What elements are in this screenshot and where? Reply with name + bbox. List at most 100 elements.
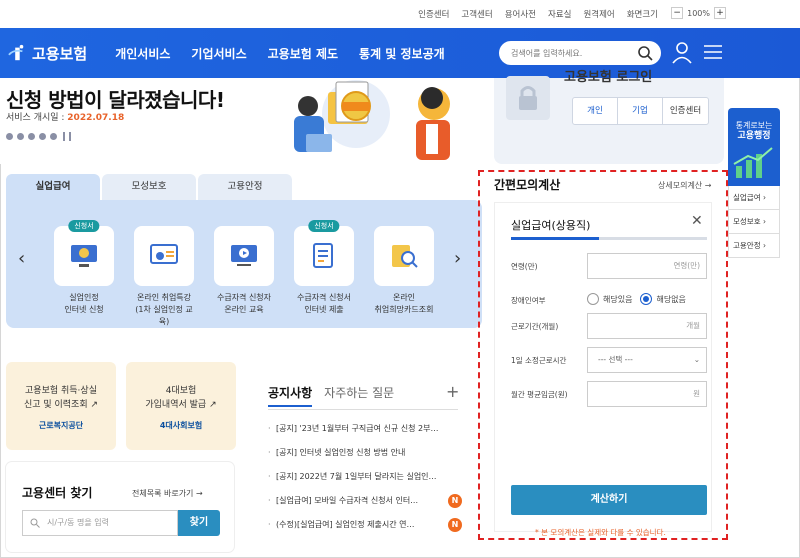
- side-link-unemployment[interactable]: 실업급여 ›: [728, 186, 780, 210]
- nav-personal[interactable]: 개인서비스: [115, 45, 170, 62]
- apply-badge: 신청서: [308, 220, 340, 232]
- service-panel: ‹ › 신청서 실업인정 인터넷 신청 온라인 취업특강 (1차 실업인정 교육): [6, 200, 482, 328]
- hero-illustration: [294, 80, 450, 160]
- service-item[interactable]: 신청서 수급자격 신청서 인터넷 제출: [294, 220, 354, 316]
- apply-badge: 신청서: [68, 220, 100, 232]
- quick-calculator: 간편모의계산 상세모의계산 → 실업급여(상용직) ✕ 연령(만) 연령(만) …: [478, 170, 728, 540]
- video-icon: [231, 245, 257, 266]
- side-link-maternity[interactable]: 모성보호 ›: [728, 210, 780, 234]
- side-stats-banner[interactable]: 통계로보는 고용행정: [728, 108, 780, 186]
- notice-item[interactable]: [공지] 인터넷 실업인정 신청 방법 안내: [268, 446, 462, 470]
- util-link-remote[interactable]: 원격제어: [583, 8, 614, 20]
- nav-system[interactable]: 고용보험 제도: [268, 45, 338, 62]
- service-label: 온라인 취업특강 (1차 실업인정 교육): [135, 293, 193, 326]
- service-label: 실업인정 인터넷 신청: [64, 293, 104, 314]
- logo-mark-icon: [8, 44, 24, 61]
- main-nav: 개인서비스 기업서비스 고용보험 제도 통계 및 정보공개: [115, 45, 465, 62]
- notice-item[interactable]: (수정)[실업급여] 실업인정 제출시간 연…N: [268, 518, 462, 542]
- notice-tabs: 공지사항 자주하는 질문: [268, 384, 394, 407]
- util-link-archive[interactable]: 자료실: [548, 8, 571, 20]
- zoom-in-button[interactable]: +: [714, 7, 726, 19]
- calc-detail-link[interactable]: 상세모의계산 →: [658, 180, 711, 191]
- site-logo[interactable]: 고용보험: [8, 43, 87, 64]
- period-input[interactable]: 개월: [587, 313, 707, 339]
- zoom-out-button[interactable]: −: [671, 7, 684, 19]
- lock-icon: [506, 76, 550, 120]
- new-badge: N: [448, 518, 462, 532]
- radio-yes[interactable]: [587, 293, 599, 305]
- hero-banner[interactable]: 신청 방법이 달라졌습니다! 서비스 개시일 : 2022.07.18: [0, 78, 482, 164]
- pager-dot[interactable]: [28, 133, 35, 140]
- age-row: 연령(만) 연령(만): [511, 253, 707, 279]
- lock-glyph: [519, 86, 537, 110]
- hero-pager: [6, 132, 71, 141]
- side-link-stability[interactable]: 고용안정 ›: [728, 234, 780, 258]
- age-input[interactable]: 연령(만): [587, 253, 707, 279]
- login-card: 고용보험 로그인 개인 기업 인증센터: [494, 70, 724, 164]
- search-input[interactable]: [511, 48, 631, 58]
- main-header: 고용보험 개인서비스 기업서비스 고용보험 제도 통계 및 정보공개: [0, 28, 800, 78]
- close-icon[interactable]: ✕: [691, 213, 703, 229]
- radio-no[interactable]: [640, 293, 653, 305]
- new-badge: N: [448, 494, 462, 508]
- service-item[interactable]: 온라인 취업희망카드조회: [374, 226, 434, 316]
- quick-card-label: 4대보험 가입내역서 발급 ↗: [145, 386, 217, 410]
- service-icon-box: 신청서: [294, 220, 354, 286]
- tab-notice[interactable]: 공지사항: [268, 384, 313, 407]
- center-all-link[interactable]: 전체목록 바로가기 →: [132, 488, 203, 499]
- hero-title: 신청 방법이 달라졌습니다!: [6, 88, 225, 112]
- quick-card-4insurance[interactable]: 4대보험 가입내역서 발급 ↗ 4대사회보험: [126, 362, 236, 450]
- calc-subtitle: 실업급여(상용직): [511, 219, 591, 232]
- calculate-button[interactable]: 계산하기: [511, 485, 707, 515]
- util-link-cert[interactable]: 인증센터: [418, 8, 449, 20]
- notice-item[interactable]: [공지] '23년 1월부터 구직급여 신규 신청 2부…: [268, 422, 462, 446]
- prev-arrow-icon[interactable]: ‹: [18, 248, 25, 269]
- menu-icon[interactable]: [704, 44, 722, 60]
- pause-icon[interactable]: [63, 132, 71, 141]
- hours-select[interactable]: --- 선택 --- ⌄: [587, 347, 707, 373]
- login-title: 고용보험 로그인: [564, 70, 653, 85]
- service-item[interactable]: 신청서 실업인정 인터넷 신청: [54, 220, 114, 316]
- logo-text: 고용보험: [32, 44, 88, 63]
- login-personal-button[interactable]: 개인: [573, 98, 618, 124]
- center-search-button[interactable]: 찾기: [178, 510, 220, 536]
- pager-dot[interactable]: [39, 133, 46, 140]
- tab-faq[interactable]: 자주하는 질문: [324, 384, 394, 407]
- login-business-button[interactable]: 기업: [618, 98, 663, 124]
- period-label: 근로기간(개월): [511, 322, 559, 331]
- pager-dot[interactable]: [17, 133, 24, 140]
- tab-unemployment[interactable]: 실업급여: [6, 174, 100, 200]
- center-title: 고용센터 찾기: [22, 486, 93, 500]
- service-icon-box: [214, 226, 274, 286]
- next-arrow-icon[interactable]: ›: [454, 248, 461, 269]
- pager-dot[interactable]: [6, 133, 13, 140]
- quick-card-insurance-report[interactable]: 고용보험 취득·상실 신고 및 이력조회 ↗ 근로복지공단: [6, 362, 116, 450]
- nav-business[interactable]: 기업서비스: [191, 45, 246, 62]
- service-icon-box: [374, 226, 434, 286]
- wage-input[interactable]: 원: [587, 381, 707, 407]
- period-row: 근로기간(개월) 개월: [511, 313, 707, 339]
- hero-date-value: 2022.07.18: [67, 113, 125, 123]
- pager-dot[interactable]: [50, 133, 57, 140]
- notice-item[interactable]: [공지] 2022년 7월 1일부터 달라지는 실업인…: [268, 470, 462, 494]
- util-link-glossary[interactable]: 용어사전: [505, 8, 536, 20]
- plus-icon[interactable]: +: [446, 382, 459, 401]
- search-icon[interactable]: [637, 45, 653, 61]
- zoom-control: − 100% +: [671, 7, 726, 19]
- login-buttons: 개인 기업 인증센터: [572, 97, 709, 125]
- tab-employment-stability[interactable]: 고용안정: [198, 174, 292, 200]
- center-search-input[interactable]: 시/구/동 명을 입력: [22, 510, 178, 536]
- util-link-customer[interactable]: 고객센터: [461, 8, 492, 20]
- external-link-icon: ↗: [90, 400, 99, 410]
- service-item[interactable]: 온라인 취업특강 (1차 실업인정 교육): [134, 226, 194, 328]
- notice-item[interactable]: [실업급여] 모바일 수급자격 신청서 인터…N: [268, 494, 462, 518]
- service-label: 온라인 취업희망카드조회: [374, 293, 434, 314]
- service-icon-box: 신청서: [54, 220, 114, 286]
- nav-statistics[interactable]: 통계 및 정보공개: [359, 45, 445, 62]
- document-icon: [313, 243, 333, 268]
- tab-maternity[interactable]: 모성보호: [102, 174, 196, 200]
- util-label-screen-size: 화면크기: [626, 10, 658, 20]
- user-icon[interactable]: [672, 42, 692, 64]
- service-item[interactable]: 수급자격 신청자 온라인 교육: [214, 226, 274, 316]
- login-cert-button[interactable]: 인증센터: [663, 98, 708, 124]
